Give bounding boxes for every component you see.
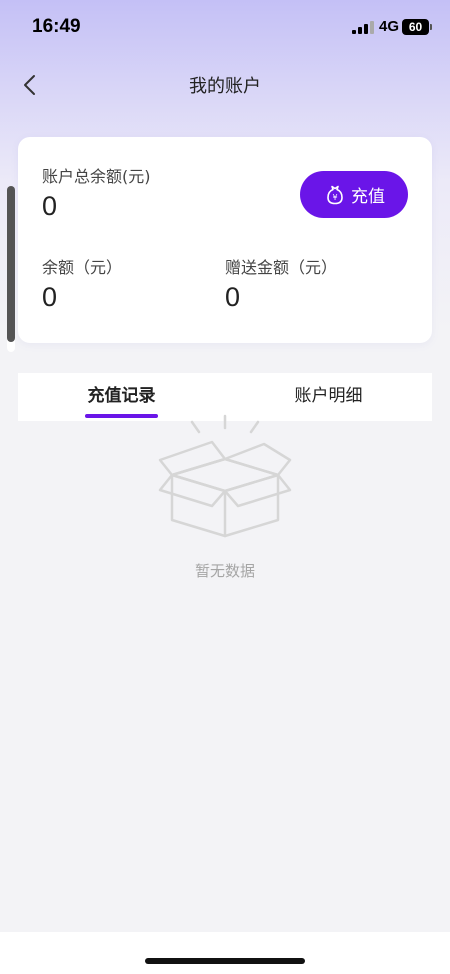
svg-text:¥: ¥ xyxy=(332,193,337,202)
active-tab-indicator xyxy=(85,414,158,418)
page-title: 我的账户 xyxy=(189,76,261,97)
bottom-safe-area xyxy=(0,932,450,974)
scrollbar-thumb[interactable] xyxy=(7,186,15,342)
total-balance-value: 0 xyxy=(42,191,58,221)
total-balance-label: 账户总余额(元) xyxy=(42,167,151,186)
battery-icon: 60 xyxy=(402,19,429,35)
battery-cap xyxy=(430,24,432,30)
signal-icon xyxy=(352,21,374,34)
bonus-label: 赠送金额（元） xyxy=(225,258,338,277)
empty-state-text: 暂无数据 xyxy=(194,562,255,580)
network-type: 4G xyxy=(379,18,400,35)
bonus-value: 0 xyxy=(225,282,241,312)
home-indicator[interactable] xyxy=(145,958,305,964)
scrollbar[interactable] xyxy=(7,186,15,352)
status-time: 16:49 xyxy=(32,16,81,37)
status-bar: 16:49 4G 60 xyxy=(0,0,450,56)
empty-box-icon xyxy=(158,414,292,538)
money-bag-icon: ¥ xyxy=(327,185,343,204)
balance-value: 0 xyxy=(42,282,58,312)
balance-label: 余额（元） xyxy=(42,258,123,277)
recharge-button[interactable]: ¥ 充值 xyxy=(300,171,408,218)
recharge-button-label: 充值 xyxy=(351,187,385,207)
account-balance-card: 账户总余额(元) 0 ¥ 充值 余额（元） 0 赠送金额（元） 0 xyxy=(18,137,432,343)
